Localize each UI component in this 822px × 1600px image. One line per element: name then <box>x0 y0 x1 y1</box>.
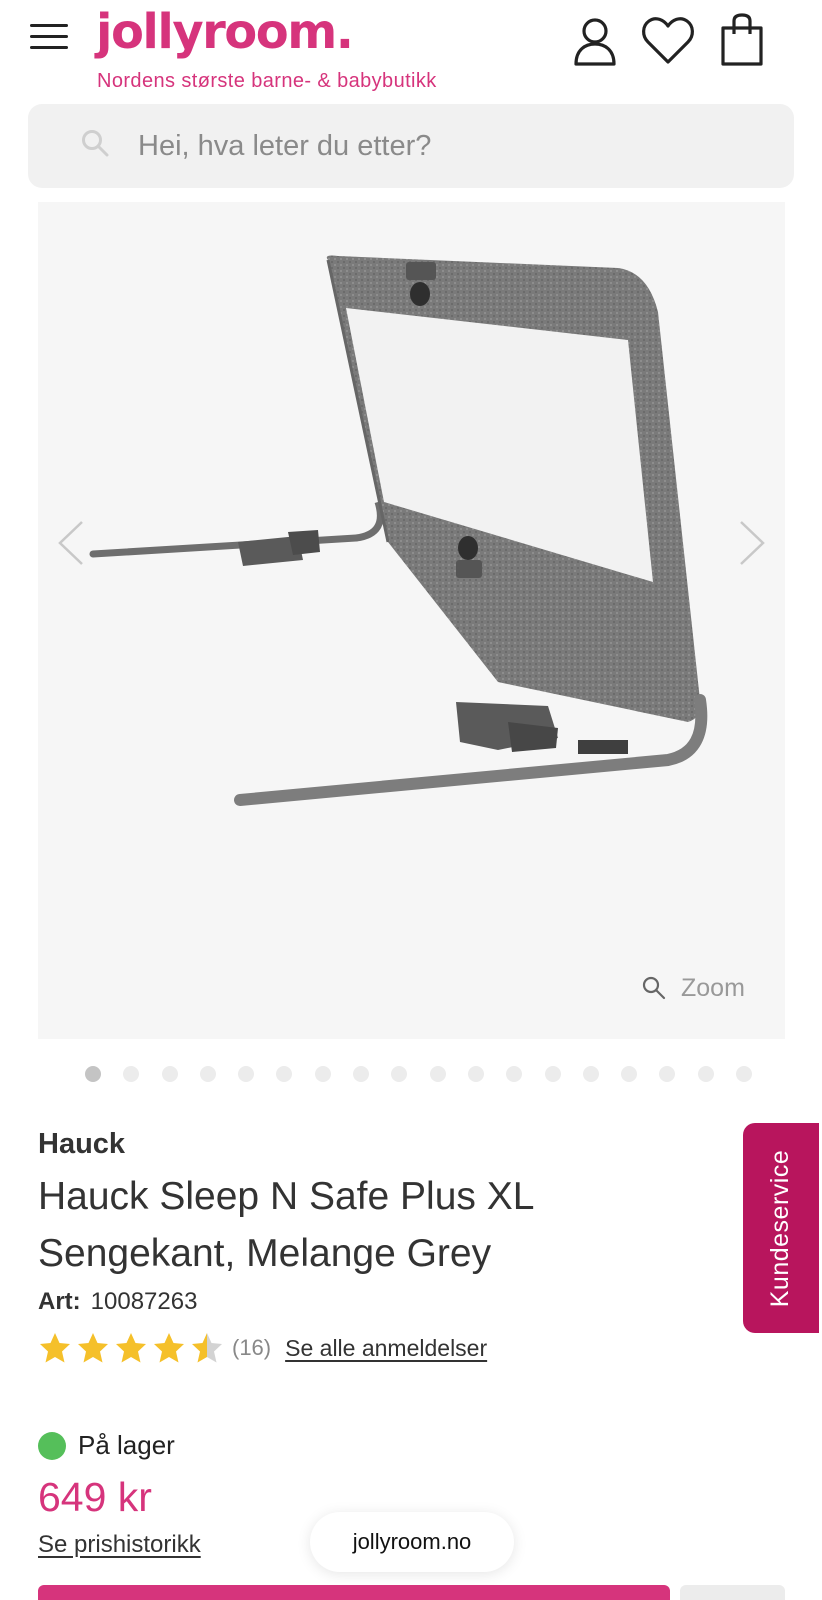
carousel-dot[interactable] <box>697 1066 714 1082</box>
carousel-dot[interactable] <box>467 1066 484 1082</box>
site-logo[interactable]: jollyroom. <box>96 4 354 60</box>
site-tagline: Nordens største barne- & babybutikk <box>97 70 437 92</box>
review-count: (16) <box>232 1335 272 1360</box>
carousel-dot[interactable] <box>659 1066 676 1082</box>
carousel-dot[interactable] <box>276 1066 293 1082</box>
rating-stars <box>38 1331 228 1365</box>
star-icon <box>192 1333 222 1363</box>
star-icon <box>154 1333 184 1363</box>
carousel-dot[interactable] <box>123 1066 140 1082</box>
article-number-label: Art: <box>38 1288 81 1315</box>
secondary-action-button[interactable] <box>680 1585 785 1600</box>
star-icon <box>40 1333 70 1363</box>
carousel-dot[interactable] <box>161 1066 178 1082</box>
article-number-value: 10087263 <box>90 1288 198 1315</box>
stock-status-text: På lager <box>78 1430 175 1460</box>
carousel-dot[interactable] <box>199 1066 216 1082</box>
zoom-icon <box>642 976 666 1000</box>
chevron-left-icon <box>58 521 83 565</box>
carousel-dot[interactable] <box>314 1066 331 1082</box>
star-icon <box>78 1333 108 1363</box>
carousel-dot[interactable] <box>391 1066 408 1082</box>
site-header: jollyroom. Nordens største barne- & baby… <box>0 0 822 100</box>
carousel-dot[interactable] <box>544 1066 561 1082</box>
search-icon <box>82 130 109 157</box>
customer-service-tab[interactable]: Kundeservice <box>743 1123 819 1333</box>
carousel-dot[interactable] <box>429 1066 446 1082</box>
see-all-reviews-link[interactable]: Se alle anmeldelser <box>285 1335 487 1362</box>
heart-icon[interactable] <box>640 14 696 68</box>
carousel-dot[interactable] <box>506 1066 523 1082</box>
product-price: 649 kr <box>38 1474 152 1520</box>
product-brand[interactable]: Hauck <box>38 1128 125 1161</box>
product-gallery[interactable]: Zoom <box>38 202 785 1039</box>
carousel-dot[interactable] <box>85 1066 101 1082</box>
carousel-dot[interactable] <box>736 1066 753 1082</box>
star-icon <box>116 1333 146 1363</box>
browser-domain-pill[interactable]: jollyroom.no <box>310 1512 514 1572</box>
shopping-bag-icon[interactable] <box>718 12 766 68</box>
search-bar[interactable] <box>28 104 794 188</box>
account-icon[interactable] <box>570 14 620 68</box>
search-input[interactable] <box>138 122 758 170</box>
zoom-label: Zoom <box>681 973 745 1002</box>
customer-service-label: Kundeservice <box>766 1149 795 1307</box>
carousel-dot[interactable] <box>621 1066 638 1082</box>
price-history-link[interactable]: Se prishistorikk <box>38 1531 201 1559</box>
next-image-button[interactable] <box>731 518 771 568</box>
previous-image-button[interactable] <box>52 518 92 568</box>
carousel-dot[interactable] <box>353 1066 370 1082</box>
product-title: Hauck Sleep N Safe Plus XL Sengekant, Me… <box>38 1175 533 1275</box>
carousel-dot[interactable] <box>582 1066 599 1082</box>
stock-status: På lager <box>38 1430 175 1461</box>
in-stock-indicator <box>38 1431 66 1460</box>
product-rating[interactable]: (16) Se alle anmeldelser <box>38 1330 487 1366</box>
zoom-button[interactable]: Zoom <box>641 968 745 1008</box>
chevron-right-icon <box>740 521 765 565</box>
menu-icon[interactable] <box>30 24 68 50</box>
product-image <box>89 255 708 806</box>
article-number: Art: 10087263 <box>38 1288 197 1316</box>
add-to-cart-button[interactable] <box>38 1585 670 1600</box>
carousel-dots <box>85 1066 753 1086</box>
carousel-dot[interactable] <box>238 1066 255 1082</box>
